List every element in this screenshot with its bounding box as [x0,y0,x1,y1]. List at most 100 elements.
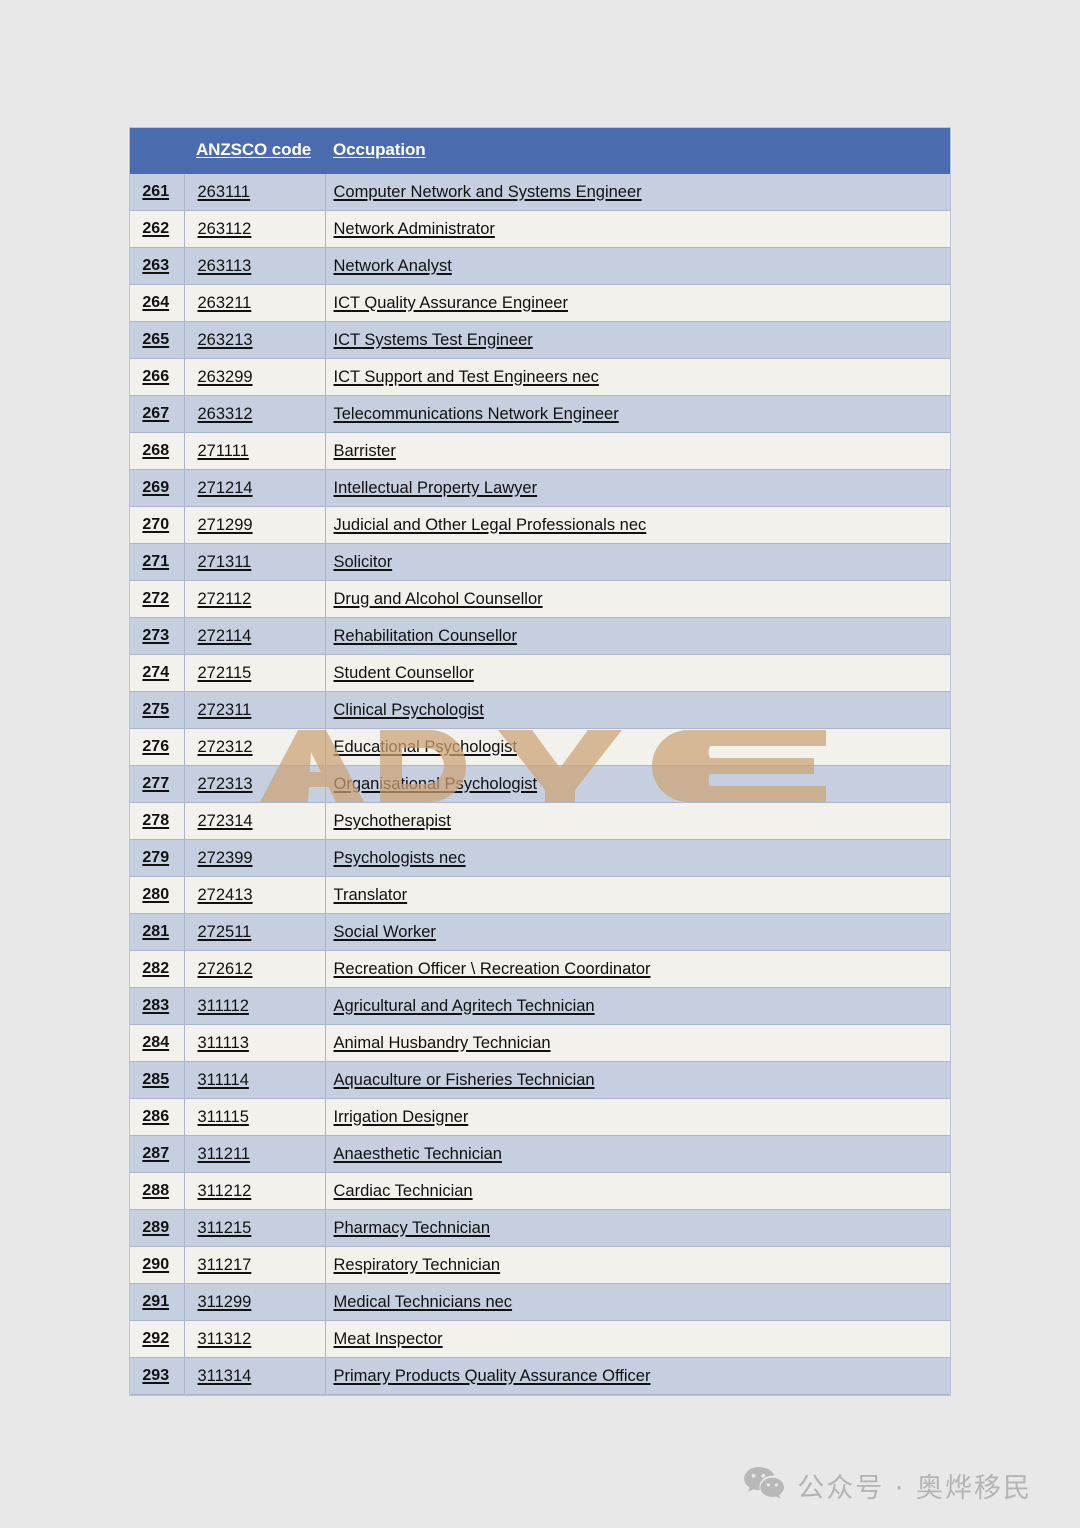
occupation-cell: Computer Network and Systems Engineer [325,174,950,211]
row-index-value: 292 [142,1330,170,1347]
row-index-cell: 287 [130,1135,185,1173]
row-index-value: 274 [142,664,170,681]
row-index-cell: 288 [130,1172,185,1210]
occupation-cell: Recreation Officer \ Recreation Coordina… [325,950,950,988]
anzsco-code-value: 271311 [197,552,252,571]
occupation-value: Agricultural and Agritech Technician [333,996,595,1015]
table-row: 278 272314 Psychotherapist [130,802,950,840]
occupation-value: Computer Network and Systems Engineer [333,182,642,201]
anzsco-code-cell: 272399 [184,839,326,877]
anzsco-code-cell: 263112 [184,210,326,248]
occupation-cell: Respiratory Technician [325,1246,950,1284]
row-index-cell: 284 [130,1024,185,1062]
anzsco-code-cell: 311114 [184,1061,326,1099]
occupation-value: Respiratory Technician [333,1255,501,1274]
row-index-value: 288 [142,1182,170,1199]
row-index-cell: 290 [130,1246,185,1284]
table-row: 291 311299 Medical Technicians nec [130,1283,950,1321]
anzsco-code-value: 272314 [197,811,253,830]
occupation-value: Psychologists nec [333,848,466,867]
anzsco-code-cell: 272413 [184,876,326,914]
anzsco-code-value: 311299 [197,1292,252,1311]
table-row: 267 263312 Telecommunications Network Engi… [130,395,950,433]
anzsco-code-value: 272399 [197,848,253,867]
row-index-value: 282 [142,960,170,977]
occupation-value: Medical Technicians nec [333,1292,513,1311]
anzsco-code-value: 272312 [197,737,253,756]
anzsco-code-value: 271299 [197,515,253,534]
row-index-cell: 278 [130,802,185,840]
occupation-cell: Student Counsellor [325,654,950,692]
anzsco-code-value: 272311 [197,700,252,719]
occupation-value: Social Worker [333,922,436,941]
anzsco-code-cell: 311115 [184,1098,326,1136]
occupation-cell: Aquaculture or Fisheries Technician [325,1061,950,1099]
anzsco-code-cell: 311212 [184,1172,326,1210]
row-index-value: 267 [142,405,170,422]
table-row: 272 272112 Drug and Alcohol Counsellor [130,580,950,618]
row-index-cell: 282 [130,950,185,988]
anzsco-code-cell: 272511 [184,913,326,951]
occupation-cell: Pharmacy Technician [325,1209,950,1247]
row-index-cell: 272 [130,580,185,618]
row-index-cell: 267 [130,395,185,433]
anzsco-occupation-table-container: ANZSCO code Occupation 261 263111 Computer… [130,128,950,1395]
row-index-value: 275 [142,701,170,718]
occupation-cell: Solicitor [325,543,950,581]
column-header-occupation-label: Occupation [333,140,426,159]
anzsco-code-cell: 271311 [184,543,326,581]
row-index-cell: 293 [130,1357,185,1395]
anzsco-code-cell: 311211 [184,1135,326,1173]
table-row: 274 272115 Student Counsellor [130,654,950,692]
anzsco-code-value: 263113 [197,256,252,275]
anzsco-code-value: 272313 [197,774,253,793]
occupation-value: Student Counsellor [333,663,474,682]
occupation-value: Aquaculture or Fisheries Technician [333,1070,595,1089]
anzsco-code-value: 271111 [197,441,249,460]
occupation-value: Translator [333,885,408,904]
row-index-cell: 292 [130,1320,185,1358]
table-row: 269 271214 Intellectual Property Lawyer [130,469,950,507]
row-index-value: 287 [142,1145,170,1162]
table-row: 288 311212 Cardiac Technician [130,1172,950,1210]
occupation-value: ICT Quality Assurance Engineer [333,293,568,312]
table-row: 273 272114 Rehabilitation Counsellor [130,617,950,655]
occupation-cell: Cardiac Technician [325,1172,950,1210]
table-body: 261 263111 Computer Network and Systems En… [130,174,950,1395]
row-index-value: 281 [142,923,170,940]
anzsco-code-cell: 271111 [184,432,326,470]
anzsco-code-value: 272511 [197,922,252,941]
row-index-cell: 270 [130,506,185,544]
occupation-value: Animal Husbandry Technician [333,1033,551,1052]
anzsco-code-value: 263312 [197,404,253,423]
occupation-value: Cardiac Technician [333,1181,473,1200]
row-index-cell: 289 [130,1209,185,1247]
occupation-cell: Medical Technicians nec [325,1283,950,1321]
anzsco-code-value: 311112 [197,996,249,1015]
occupation-cell: Animal Husbandry Technician [325,1024,950,1062]
anzsco-code-cell: 271299 [184,506,326,544]
anzsco-code-value: 272114 [197,626,252,645]
anzsco-code-cell: 263312 [184,395,326,433]
table-row: 293 311314 Primary Products Quality Assura… [130,1357,950,1395]
table-row: 282 272612 Recreation Officer \ Recreation… [130,950,950,988]
occupation-value: Network Analyst [333,256,452,275]
anzsco-code-cell: 272112 [184,580,326,618]
row-index-value: 293 [142,1367,170,1384]
row-index-value: 285 [142,1071,170,1088]
row-index-value: 273 [142,627,170,644]
row-index-value: 291 [142,1293,170,1310]
row-index-cell: 279 [130,839,185,877]
occupation-cell: Psychologists nec [325,839,950,877]
table-row: 275 272311 Clinical Psychologist [130,691,950,729]
occupation-value: Psychotherapist [333,811,451,830]
row-index-cell: 286 [130,1098,185,1136]
column-header-occupation: Occupation [325,128,950,174]
table-row: 264 263211 ICT Quality Assurance Engineer [130,284,950,322]
row-index-value: 279 [142,849,170,866]
occupation-cell: Clinical Psychologist [325,691,950,729]
table-row: 280 272413 Translator [130,876,950,914]
row-index-value: 263 [142,257,170,274]
occupation-cell: Network Administrator [325,210,950,248]
anzsco-code-value: 311312 [197,1329,252,1348]
